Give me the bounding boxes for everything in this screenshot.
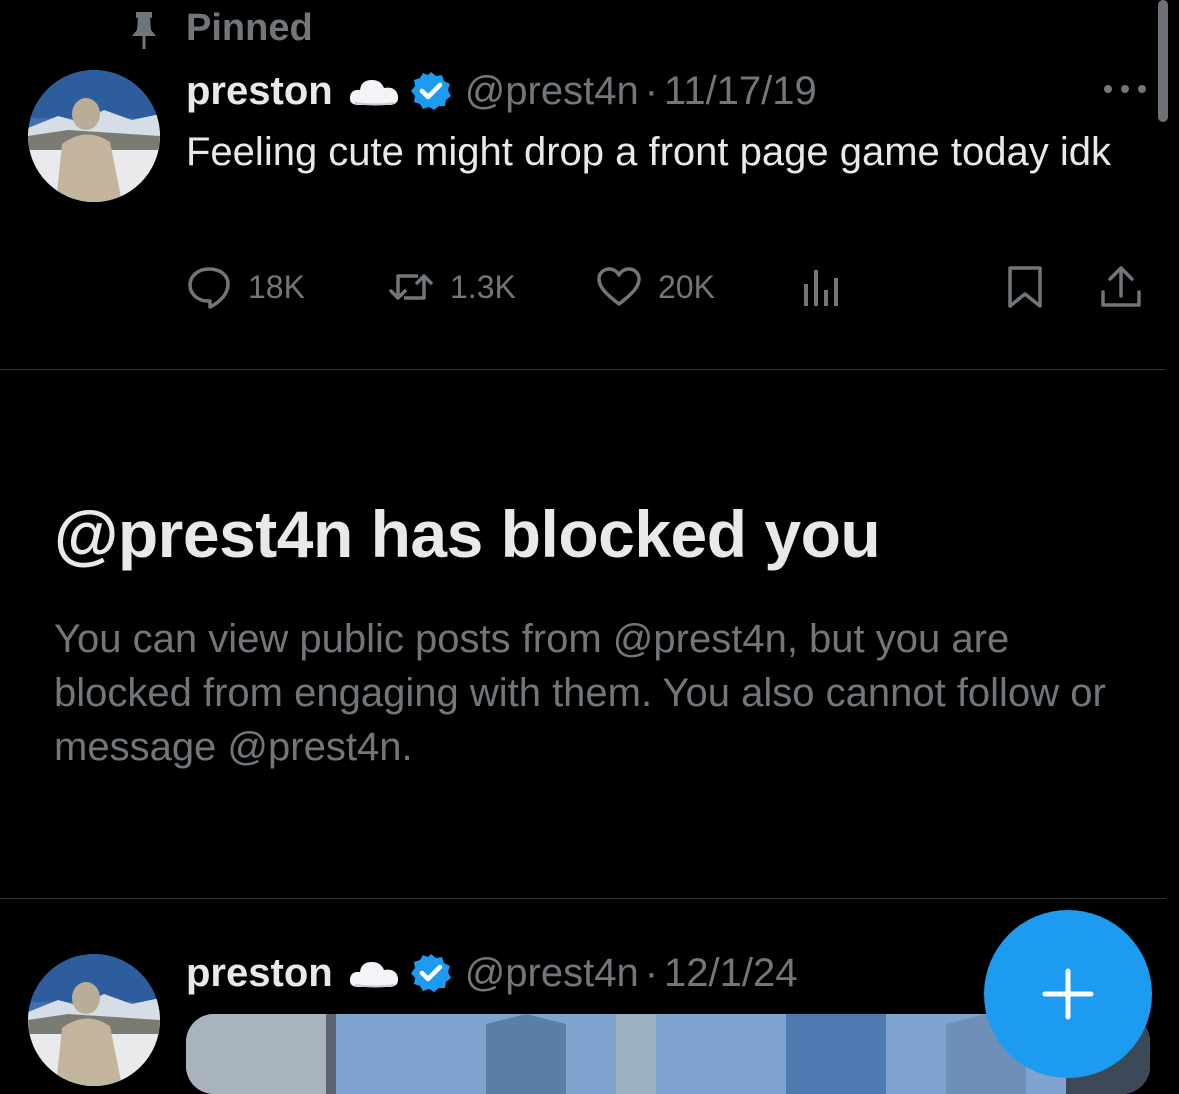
display-name[interactable]: preston — [186, 69, 333, 114]
repost-count: 1.3K — [450, 268, 516, 305]
more-options-icon[interactable] — [1100, 78, 1150, 100]
heart-icon — [597, 267, 641, 306]
views-button[interactable] — [800, 262, 846, 312]
verified-badge-icon[interactable] — [410, 953, 451, 993]
like-count: 20K — [658, 268, 715, 305]
reply-button[interactable]: 18K — [186, 262, 305, 312]
user-handle[interactable]: @prest4n — [465, 69, 639, 114]
tweet-date[interactable]: 12/1/24 — [664, 951, 797, 996]
tweet-header: preston @prest4n · 11/17/19 — [186, 66, 817, 116]
avatar[interactable] — [28, 954, 160, 1086]
bookmark-button[interactable] — [1002, 262, 1048, 312]
divider — [0, 898, 1166, 899]
plus-icon — [1042, 968, 1094, 1020]
tweet-header: preston @prest4n · 12/1/24 — [186, 948, 798, 998]
compose-post-button[interactable] — [984, 910, 1152, 1078]
verified-badge-icon[interactable] — [410, 71, 451, 111]
bookmark-icon — [1008, 266, 1042, 308]
repost-button[interactable]: 1.3K — [388, 262, 516, 312]
cloud-icon — [349, 75, 399, 107]
reply-count: 18K — [248, 268, 305, 305]
blocked-title: @prest4n has blocked you — [54, 497, 881, 571]
repost-icon — [389, 274, 433, 300]
reply-icon — [188, 267, 230, 309]
pinned-label: Pinned — [186, 7, 313, 49]
avatar[interactable] — [28, 70, 160, 202]
tweet-text: Feeling cute might drop a front page gam… — [186, 130, 1111, 174]
like-button[interactable]: 20K — [596, 262, 715, 312]
scrollbar[interactable] — [1158, 0, 1168, 122]
divider — [0, 369, 1166, 370]
cloud-icon — [349, 957, 399, 989]
share-button[interactable] — [1098, 262, 1144, 312]
separator-dot: · — [644, 950, 659, 995]
analytics-icon — [804, 270, 838, 306]
user-handle[interactable]: @prest4n — [465, 951, 639, 996]
separator-dot: · — [644, 68, 659, 113]
display-name[interactable]: preston — [186, 951, 333, 996]
tweet-date[interactable]: 11/17/19 — [664, 69, 817, 114]
blocked-description: You can view public posts from @prest4n,… — [54, 617, 1106, 769]
pin-icon — [128, 10, 160, 50]
share-icon — [1101, 266, 1141, 307]
